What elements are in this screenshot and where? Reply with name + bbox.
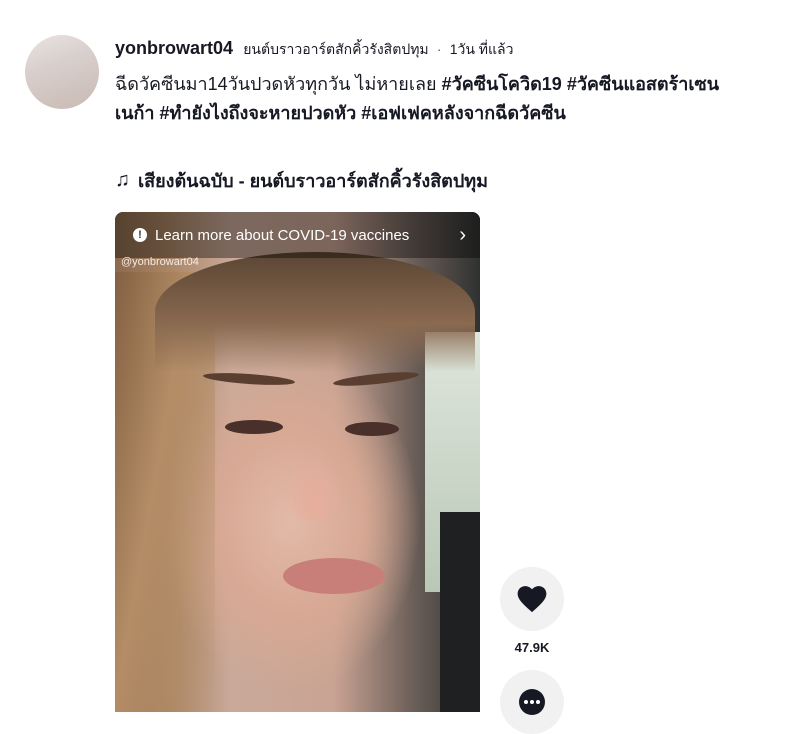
- video-player[interactable]: ! Learn more about COVID-19 vaccines › @…: [115, 212, 480, 712]
- heart-icon: [517, 586, 547, 613]
- right-eye: [345, 422, 399, 436]
- music-note-icon: ♫: [115, 169, 130, 191]
- music-link[interactable]: ♫ เสียงต้นฉบับ - ยนต์บราวอาร์ตสักคิ้วรัง…: [115, 166, 488, 195]
- info-icon: !: [133, 228, 147, 242]
- car-seat: [440, 512, 480, 712]
- hair-top: [155, 252, 475, 372]
- chevron-right-icon: ›: [459, 223, 466, 246]
- nickname[interactable]: ยนต์บราวอาร์ตสักคิ้วรังสิตปทุม: [243, 41, 428, 57]
- caption-text: ฉีดวัคซีนมา14วันปวดหัวทุกวัน ไม่หายเลย: [115, 74, 442, 94]
- avatar[interactable]: [25, 35, 99, 109]
- video-watermark: @yonbrowart04: [121, 256, 199, 268]
- post-header: yonbrowart04 ยนต์บราวอาร์ตสักคิ้วรังสิตป…: [115, 38, 755, 61]
- hashtag-link[interactable]: #เอฟเฟคหลังจากฉีดวัคซีน: [361, 103, 566, 123]
- nose: [285, 452, 345, 522]
- username[interactable]: yonbrowart04: [115, 38, 233, 58]
- lips: [283, 558, 385, 594]
- separator: ·: [436, 41, 442, 57]
- banner-text: Learn more about COVID-19 vaccines: [155, 226, 410, 244]
- comment-button[interactable]: [500, 670, 564, 734]
- left-eye: [225, 420, 283, 434]
- hashtag-link[interactable]: #ทำยังไงถึงจะหายปวดหัว: [159, 103, 356, 123]
- music-title: เสียงต้นฉบับ - ยนต์บราวอาร์ตสักคิ้วรังสิ…: [138, 171, 489, 191]
- caption: ฉีดวัคซีนมา14วันปวดหัวทุกวัน ไม่หายเลย #…: [115, 70, 735, 128]
- like-button[interactable]: [500, 567, 564, 631]
- like-count: 47.9K: [514, 640, 550, 655]
- post-time: 1วัน ที่แล้ว: [449, 41, 514, 57]
- hashtag-link[interactable]: #วัคซีนโควิด19: [442, 74, 562, 94]
- covid-vaccine-banner[interactable]: ! Learn more about COVID-19 vaccines ›: [115, 212, 480, 258]
